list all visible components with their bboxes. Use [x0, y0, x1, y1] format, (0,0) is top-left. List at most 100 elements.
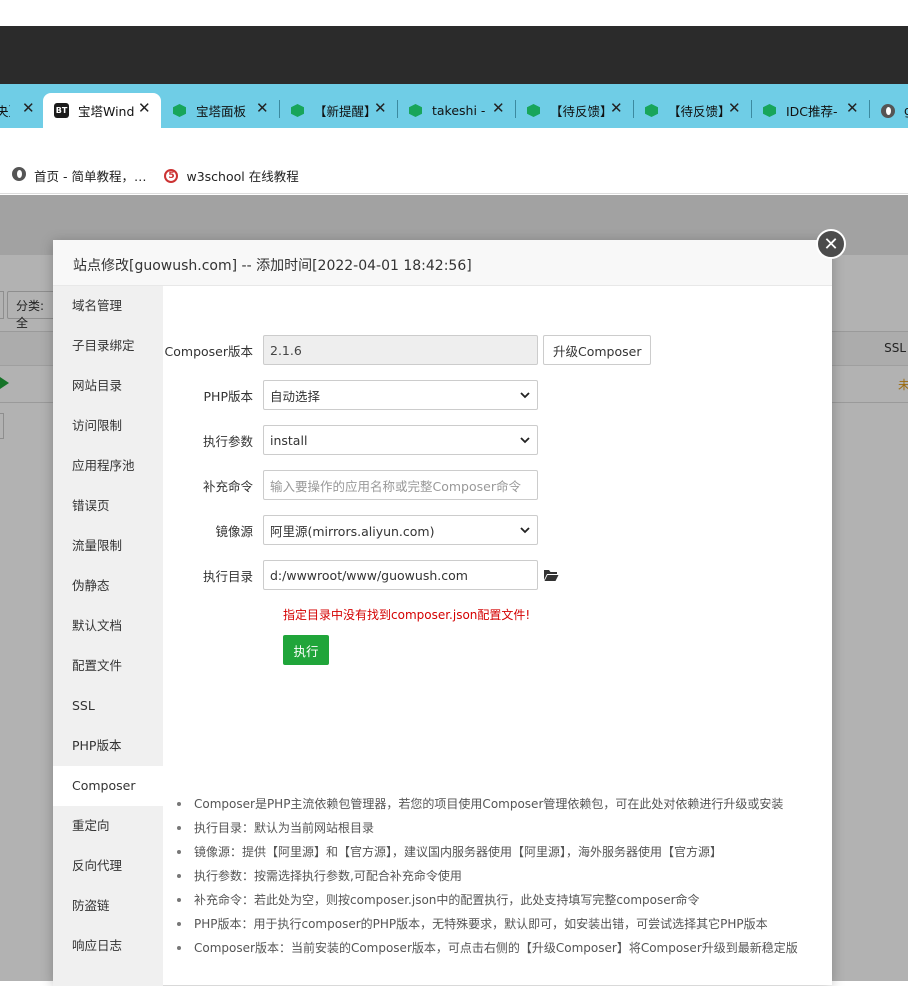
bookmark-item[interactable]: 5 w3school 在线教程	[164, 166, 299, 185]
browser-tab[interactable]: IDC推荐- ✕	[762, 93, 868, 128]
close-icon[interactable]: ✕	[846, 99, 859, 117]
sidebar-item-app-pool[interactable]: 应用程序池	[53, 446, 163, 486]
exec-args-row: 执行参数 install	[163, 425, 538, 455]
composer-version-row: Composer版本 2.1.6 升级Composer	[163, 335, 652, 365]
sidebar-item-rewrite[interactable]: 伪静态	[53, 566, 163, 606]
hex-icon	[526, 103, 541, 118]
browser-tab[interactable]: 【新提醒】 ✕	[290, 93, 396, 128]
tip-item: 执行目录：默认为当前网站根目录	[177, 816, 827, 840]
mirror-select[interactable]: 阿里源(mirrors.aliyun.com)	[263, 515, 538, 545]
tab-title: 夬】	[0, 104, 10, 119]
tab-separator	[279, 100, 280, 118]
tip-item: 镜像源：提供【阿里源】和【官方源】，建议国内服务器使用【阿里源】，海外服务器使用…	[177, 840, 827, 864]
exec-args-value: install	[270, 432, 308, 448]
close-icon[interactable]: ✕	[374, 99, 387, 117]
browser-tab[interactable]: g	[880, 93, 908, 128]
help-tips: Composer是PHP主流依赖包管理器，若您的项目使用Composer管理依赖…	[177, 792, 827, 960]
extra-cmd-row: 补充命令 输入要操作的应用名称或完整Composer命令	[163, 470, 538, 500]
browser-tab[interactable]: 宝塔面板 · ✕	[172, 93, 278, 128]
exec-dir-input[interactable]: d:/wwwroot/www/guowush.com	[263, 560, 538, 590]
hex-icon	[762, 103, 777, 118]
tab-separator	[633, 100, 634, 118]
browser-titlebar	[0, 26, 908, 84]
sidebar-item-reverse-proxy[interactable]: 反向代理	[53, 846, 163, 886]
bookmark-item[interactable]: 首页 - 简单教程，…	[12, 166, 146, 185]
exec-dir-row: 执行目录 d:/wwwroot/www/guowush.com	[163, 560, 559, 590]
tab-title: 【待反馈】	[550, 104, 606, 119]
php-version-select[interactable]: 自动选择	[263, 380, 538, 410]
mirror-value: 阿里源(mirrors.aliyun.com)	[270, 523, 435, 539]
w3school-icon: 5	[164, 168, 179, 183]
php-version-row: PHP版本 自动选择	[163, 380, 538, 410]
close-icon[interactable]: ✕	[256, 99, 269, 117]
tab-separator	[751, 100, 752, 118]
sidebar-item-domain[interactable]: 域名管理	[53, 286, 163, 326]
chevron-down-icon	[520, 392, 530, 399]
sidebar-item-subdir[interactable]: 子目录绑定	[53, 326, 163, 366]
sidebar-item-default-doc[interactable]: 默认文档	[53, 606, 163, 646]
tab-title: 宝塔Wind	[78, 104, 134, 119]
hex-icon	[172, 103, 187, 118]
sidebar-item-access-limit[interactable]: 访问限制	[53, 406, 163, 446]
address-bar[interactable]	[0, 128, 908, 158]
globe-icon	[880, 103, 895, 118]
site-edit-dialog: 站点修改[guowush.com] -- 添加时间[2022-04-01 18:…	[53, 240, 832, 986]
bookmark-label: 首页 - 简单教程，…	[34, 169, 147, 184]
bt-icon: BT	[54, 103, 69, 118]
tip-item: PHP版本：用于执行composer的PHP版本，无特殊要求，默认即可，如安装出…	[177, 912, 827, 936]
error-message: 指定目录中没有找到composer.json配置文件!	[283, 608, 531, 622]
tab-title: g	[904, 103, 908, 118]
upgrade-composer-button[interactable]: 升级Composer	[543, 335, 652, 365]
sidebar-item-traffic-limit[interactable]: 流量限制	[53, 526, 163, 566]
sidebar-item-ssl[interactable]: SSL	[53, 686, 163, 726]
sidebar-item-redirect[interactable]: 重定向	[53, 806, 163, 846]
chevron-down-icon	[520, 527, 530, 534]
close-icon[interactable]: ✕	[816, 229, 846, 259]
close-icon[interactable]: ✕	[610, 99, 623, 117]
php-version-value: 自动选择	[270, 388, 321, 404]
extra-cmd-label: 补充命令	[202, 478, 253, 494]
exec-dir-label: 执行目录	[202, 568, 253, 584]
execute-button[interactable]: 执行	[283, 635, 329, 665]
hex-icon	[644, 103, 659, 118]
mirror-row: 镜像源 阿里源(mirrors.aliyun.com)	[163, 515, 538, 545]
globe-icon	[12, 167, 26, 184]
sidebar-item-error-page[interactable]: 错误页	[53, 486, 163, 526]
folder-icon[interactable]	[543, 568, 559, 582]
tab-title: 宝塔面板 ·	[196, 104, 250, 119]
sidebar-item-config-file[interactable]: 配置文件	[53, 646, 163, 686]
tab-separator	[397, 100, 398, 118]
close-icon[interactable]: ✕	[728, 99, 741, 117]
sidebar-item-hotlink[interactable]: 防盗链	[53, 886, 163, 926]
tip-item: 补充命令：若此处为空，则按composer.json中的配置执行，此处支持填写完…	[177, 888, 827, 912]
bookmarks-bar: 首页 - 简单教程，… 5 w3school 在线教程	[0, 158, 908, 194]
close-icon[interactable]: ✕	[138, 99, 151, 117]
tab-separator	[869, 100, 870, 118]
sidebar-item-composer[interactable]: Composer	[53, 766, 163, 806]
tab-title: 【待反馈】	[668, 104, 724, 119]
tip-item: Composer版本：当前安装的Composer版本，可点击右侧的【升级Comp…	[177, 936, 827, 960]
mirror-label: 镜像源	[215, 523, 253, 539]
php-version-label: PHP版本	[203, 388, 253, 404]
hex-icon	[290, 103, 305, 118]
close-icon[interactable]: ✕	[22, 99, 35, 117]
browser-tab[interactable]: 【待反馈】 ✕	[644, 93, 750, 128]
bookmark-label: w3school 在线教程	[186, 169, 299, 184]
sidebar-item-php-version[interactable]: PHP版本	[53, 726, 163, 766]
chevron-down-icon	[520, 437, 530, 444]
tab-separator	[515, 100, 516, 118]
browser-tab-active[interactable]: BT 宝塔Wind ✕	[43, 93, 161, 128]
tab-title: takeshi -	[432, 103, 486, 118]
tip-item: Composer是PHP主流依赖包管理器，若您的项目使用Composer管理依赖…	[177, 792, 827, 816]
sidebar-item-response-log[interactable]: 响应日志	[53, 926, 163, 966]
browser-tab[interactable]: 夬】 ✕	[0, 93, 38, 128]
browser-tab[interactable]: takeshi - ✕	[408, 93, 514, 128]
sidebar-item-site-dir[interactable]: 网站目录	[53, 366, 163, 406]
extra-cmd-input[interactable]: 输入要操作的应用名称或完整Composer命令	[263, 470, 538, 500]
browser-tabstrip: 夬】 ✕ BT 宝塔Wind ✕ 宝塔面板 · ✕ 【新提醒】 ✕ takesh…	[0, 84, 908, 128]
close-icon[interactable]: ✕	[492, 99, 505, 117]
exec-args-select[interactable]: install	[263, 425, 538, 455]
composer-version-label: Composer版本	[164, 343, 253, 359]
browser-tab[interactable]: 【待反馈】 ✕	[526, 93, 632, 128]
hex-icon	[408, 103, 423, 118]
